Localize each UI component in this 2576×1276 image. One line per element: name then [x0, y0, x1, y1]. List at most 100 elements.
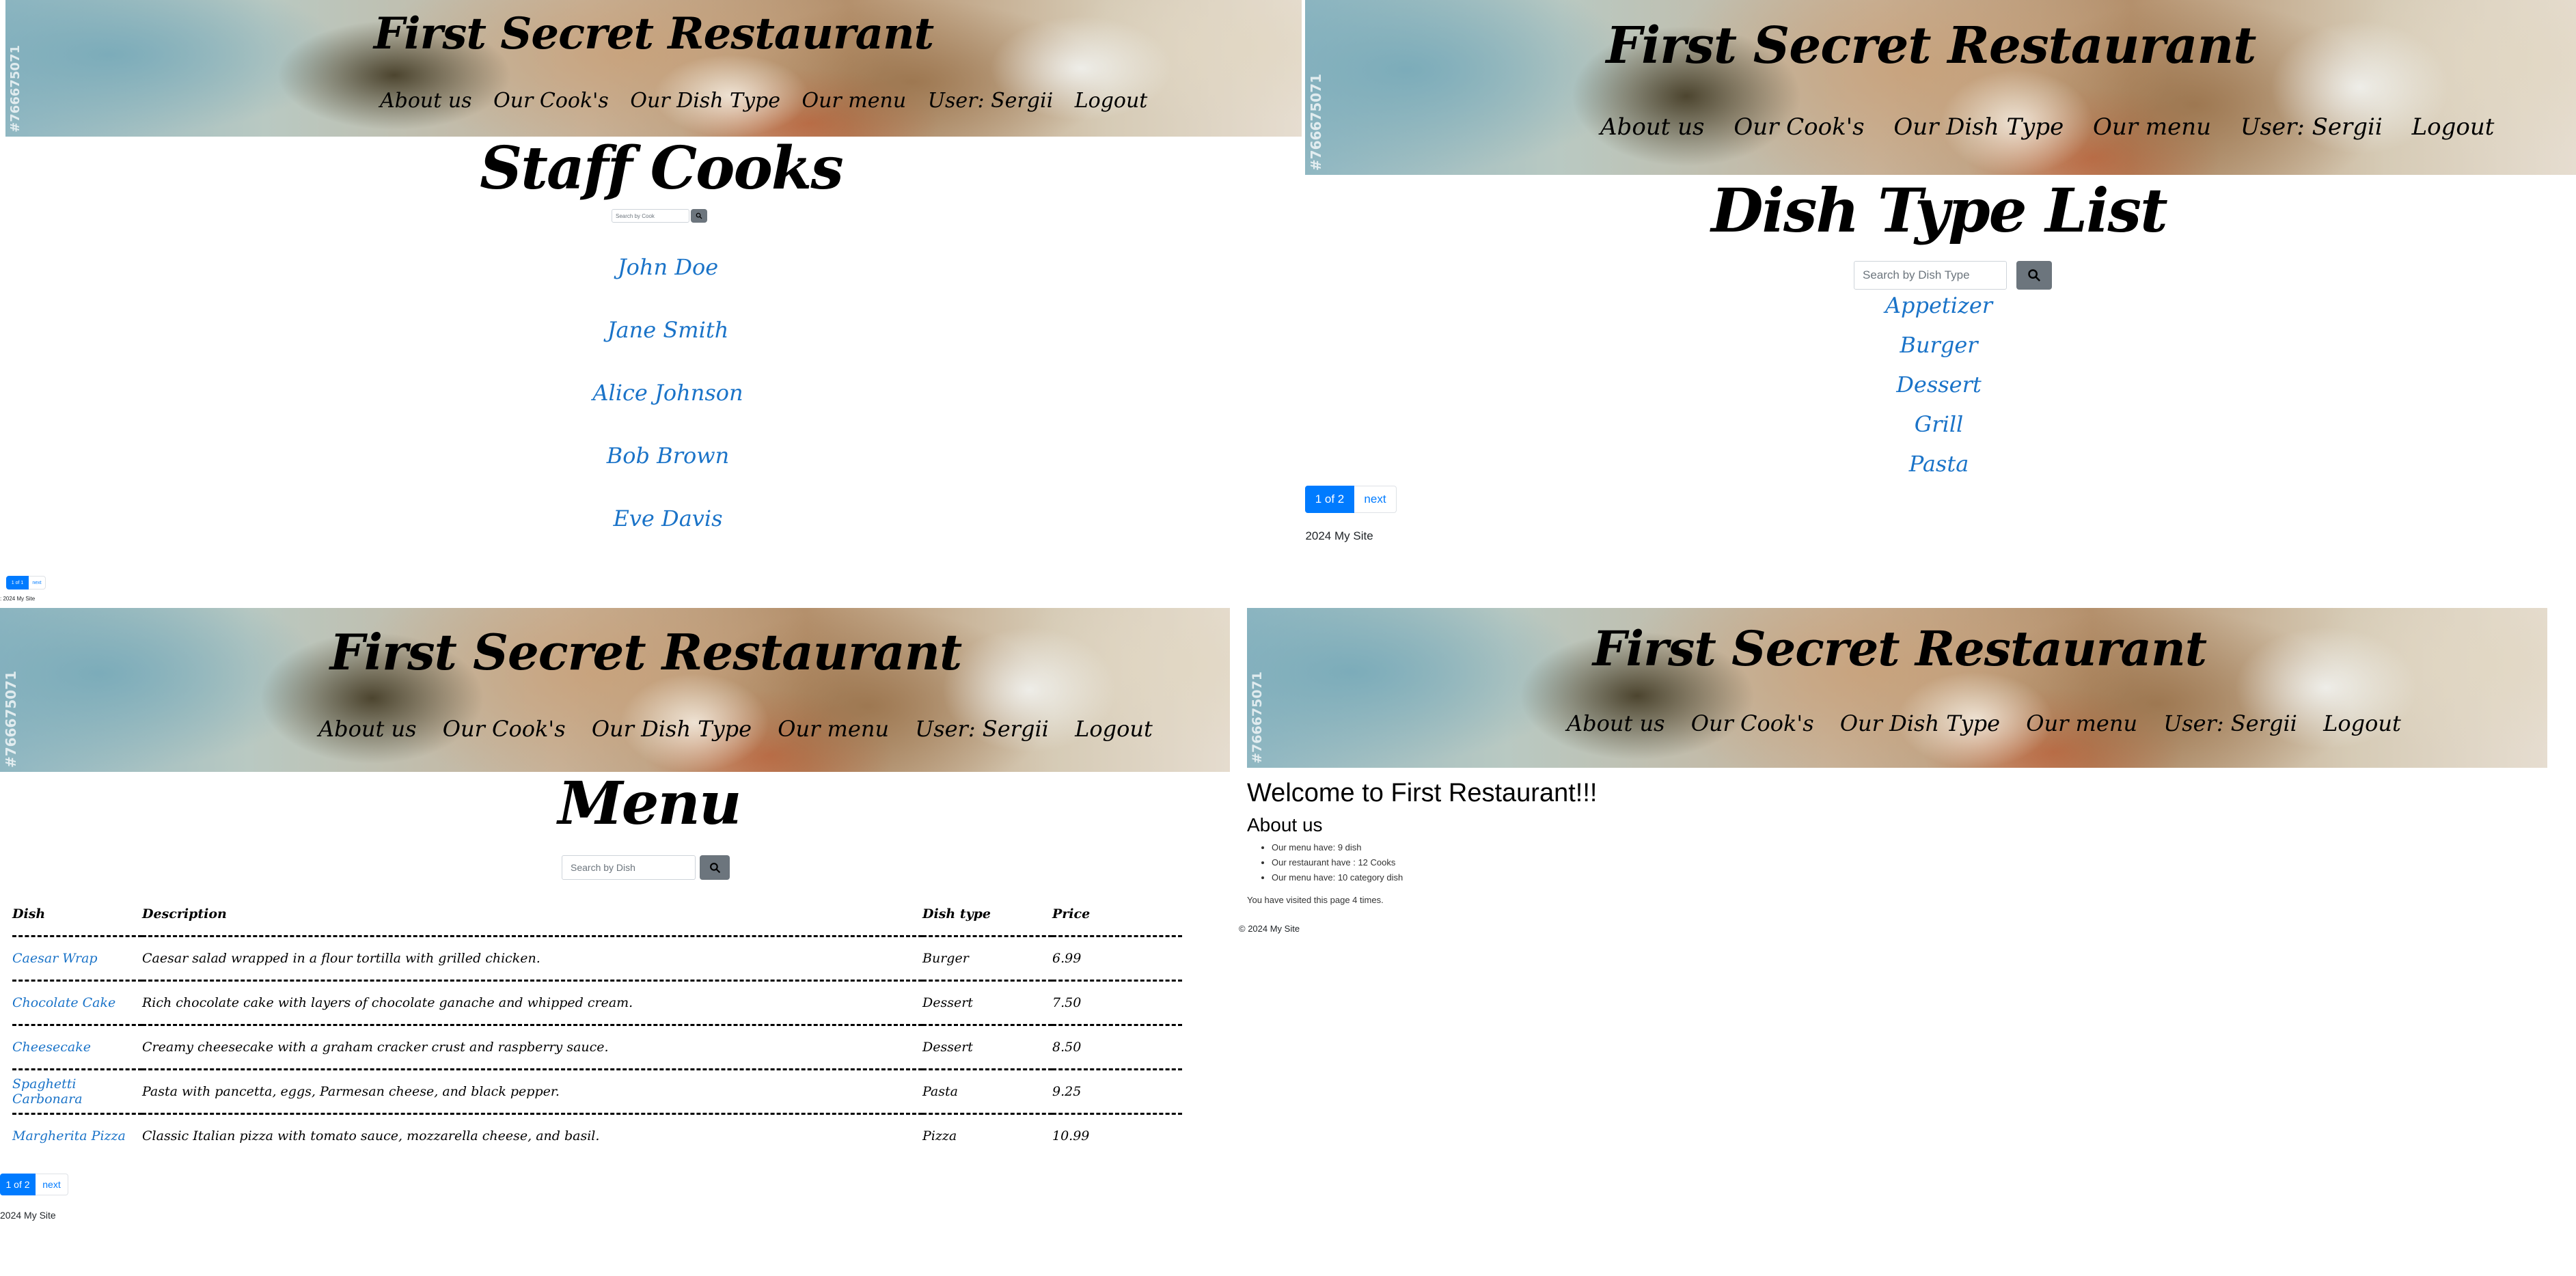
nav-our-cooks[interactable]: Our Cook's	[443, 716, 566, 742]
nav-our-dish-type[interactable]: Our Dish Type	[592, 716, 752, 742]
dish-link[interactable]: Caesar Wrap	[12, 936, 142, 982]
nav-about-us[interactable]: About us	[1600, 113, 1705, 141]
nav-our-dish-type[interactable]: Our Dish Type	[1893, 113, 2064, 141]
cooks-panel: #766675071 First Secret Restaurant About…	[0, 0, 1302, 608]
dish-type-link-grill[interactable]: Grill	[1302, 411, 2576, 437]
footer: : 2024 My Site	[0, 596, 36, 602]
search-icon	[709, 862, 721, 874]
dish-type-link-pasta[interactable]: Pasta	[1302, 451, 2576, 477]
header-banner: #766675071 First Secret Restaurant About…	[1305, 0, 2576, 175]
nav-about-us[interactable]: About us	[380, 89, 472, 113]
nav-about-us[interactable]: About us	[318, 716, 417, 742]
site-title[interactable]: First Secret Restaurant	[1247, 620, 2547, 677]
dish-type-cell: Pizza	[922, 1128, 957, 1144]
pagination: 1 of 2 next	[0, 1174, 68, 1195]
cook-link-jane-smith[interactable]: Jane Smith	[0, 317, 1302, 343]
column-header-dish: Dish	[12, 893, 142, 937]
dish-link[interactable]: Margherita Pizza	[12, 1113, 142, 1158]
header-banner: #766675071 First Secret Restaurant About…	[0, 608, 1240, 772]
dish-type-link-appetizer[interactable]: Appetizer	[1302, 292, 2576, 318]
nav-user[interactable]: User: Sergii	[2241, 113, 2383, 141]
pagination-next[interactable]: next	[1354, 486, 1397, 513]
dish-description: Pasta with pancetta, eggs, Parmesan chee…	[142, 1069, 922, 1115]
nav-about-us[interactable]: About us	[1567, 710, 1665, 736]
about-facts-list: Our menu have: 9 dish Our restaurant hav…	[1247, 840, 1403, 885]
banner-watermark: #766675071	[1250, 671, 1265, 764]
dish-type-cell: Dessert	[922, 1025, 1052, 1070]
dish-link[interactable]: Cheesecake	[12, 1025, 142, 1070]
site-title[interactable]: First Secret Restaurant	[1305, 16, 2566, 75]
nav-our-menu[interactable]: Our menu	[802, 89, 907, 113]
header-banner: #766675071 First Secret Restaurant About…	[1247, 608, 2547, 768]
pagination-current[interactable]: 1 of 2	[0, 1174, 36, 1195]
nav-our-dish-type[interactable]: Our Dish Type	[1840, 710, 2000, 736]
cook-link-john-doe[interactable]: John Doe	[0, 254, 1302, 280]
main-nav: About us Our Cook's Our Dish Type Our me…	[318, 716, 1153, 742]
nav-our-menu[interactable]: Our menu	[2093, 113, 2211, 141]
page-title: Staff Cooks	[480, 134, 844, 203]
welcome-heading: Welcome to First Restaurant!!!	[1247, 779, 1598, 807]
search-button[interactable]	[700, 855, 730, 880]
banner-watermark: #766675071	[1308, 73, 1324, 171]
dish-type-cell: Burger	[922, 936, 1052, 982]
search-button[interactable]	[2016, 261, 2052, 290]
dish-description: Caesar salad wrapped in a flour tortilla…	[142, 936, 922, 982]
search-input[interactable]: Search by Cook	[612, 209, 689, 223]
pagination: 1 of 1 next	[6, 576, 46, 590]
table-row: Margherita Pizza Classic Italian pizza w…	[12, 1113, 1182, 1158]
visit-counter: You have visited this page 4 times.	[1247, 895, 1384, 905]
cook-link-bob-brown[interactable]: Bob Brown	[0, 443, 1302, 469]
nav-logout[interactable]: Logout	[1075, 716, 1153, 742]
nav-our-cooks[interactable]: Our Cook's	[1734, 113, 1864, 141]
column-header-price: Price	[1052, 893, 1182, 937]
search-input[interactable]: Search by Dish Type	[1854, 261, 2007, 290]
dish-link[interactable]: Chocolate Cake	[12, 980, 142, 1026]
nav-our-menu[interactable]: Our menu	[778, 716, 889, 742]
price-cell: 6.99	[1052, 936, 1182, 982]
nav-our-cooks[interactable]: Our Cook's	[493, 89, 609, 113]
pagination-current[interactable]: 1 of 2	[1305, 486, 1354, 513]
site-title[interactable]: First Secret Restaurant	[5, 8, 1302, 59]
nav-our-menu[interactable]: Our menu	[2026, 710, 2137, 736]
dish-type-link-dessert[interactable]: Dessert	[1302, 372, 2576, 398]
dish-type-panel: #766675071 First Secret Restaurant About…	[1302, 0, 2576, 608]
search-input[interactable]: Search by Dish	[562, 855, 696, 880]
page-title: Dish Type List	[1711, 175, 2168, 246]
site-title[interactable]: First Secret Restaurant	[0, 623, 1240, 681]
nav-logout[interactable]: Logout	[2323, 710, 2401, 736]
menu-table: Dish Description Dish type Price Caesar …	[12, 893, 1182, 1158]
pagination-next[interactable]: next	[29, 576, 46, 590]
about-heading: About us	[1247, 814, 1323, 835]
column-header-description: Description	[142, 893, 922, 937]
nav-user[interactable]: User: Sergii	[928, 89, 1053, 113]
home-panel: #766675071 First Secret Restaurant About…	[1230, 608, 2576, 1276]
nav-logout[interactable]: Logout	[1075, 89, 1148, 113]
nav-logout[interactable]: Logout	[2412, 113, 2495, 141]
table-row: Cheesecake Creamy cheesecake with a grah…	[12, 1025, 1182, 1070]
pagination-next[interactable]: next	[36, 1174, 68, 1195]
dish-description: Classic Italian pizza with tomato sauce,…	[142, 1128, 600, 1144]
header-banner: #766675071 First Secret Restaurant About…	[5, 0, 1302, 137]
cook-link-alice-johnson[interactable]: Alice Johnson	[0, 380, 1302, 406]
nav-user[interactable]: User: Sergii	[2163, 710, 2297, 736]
table-header-row: Dish Description Dish type Price	[12, 893, 1182, 937]
nav-our-cooks[interactable]: Our Cook's	[1691, 710, 1814, 736]
dish-type-cell: Dessert	[922, 980, 1052, 1026]
list-item: Our menu have: 10 category dish	[1272, 870, 1403, 885]
table-row: Spaghetti Carbonara Pasta with pancetta,…	[12, 1069, 1182, 1115]
search-button[interactable]	[691, 209, 707, 223]
page-title: Menu	[558, 769, 742, 838]
pagination-current[interactable]: 1 of 1	[6, 576, 29, 590]
nav-user[interactable]: User: Sergii	[915, 716, 1049, 742]
main-nav: About us Our Cook's Our Dish Type Our me…	[380, 89, 1147, 113]
cook-link-eve-davis[interactable]: Eve Davis	[0, 505, 1302, 531]
main-nav: About us Our Cook's Our Dish Type Our me…	[1600, 113, 2494, 141]
footer: : 2024 My Site	[1302, 529, 1373, 542]
dish-link[interactable]: Spaghetti Carbonara	[12, 1069, 142, 1115]
nav-our-dish-type[interactable]: Our Dish Type	[630, 89, 780, 113]
footer: 2024 My Site	[0, 1210, 56, 1221]
dish-type-link-burger[interactable]: Burger	[1302, 332, 2576, 358]
dish-description: Creamy cheesecake with a graham cracker …	[142, 1025, 922, 1070]
list-item: Our menu have: 9 dish	[1272, 840, 1403, 855]
price-cell: 7.50	[1052, 980, 1182, 1026]
